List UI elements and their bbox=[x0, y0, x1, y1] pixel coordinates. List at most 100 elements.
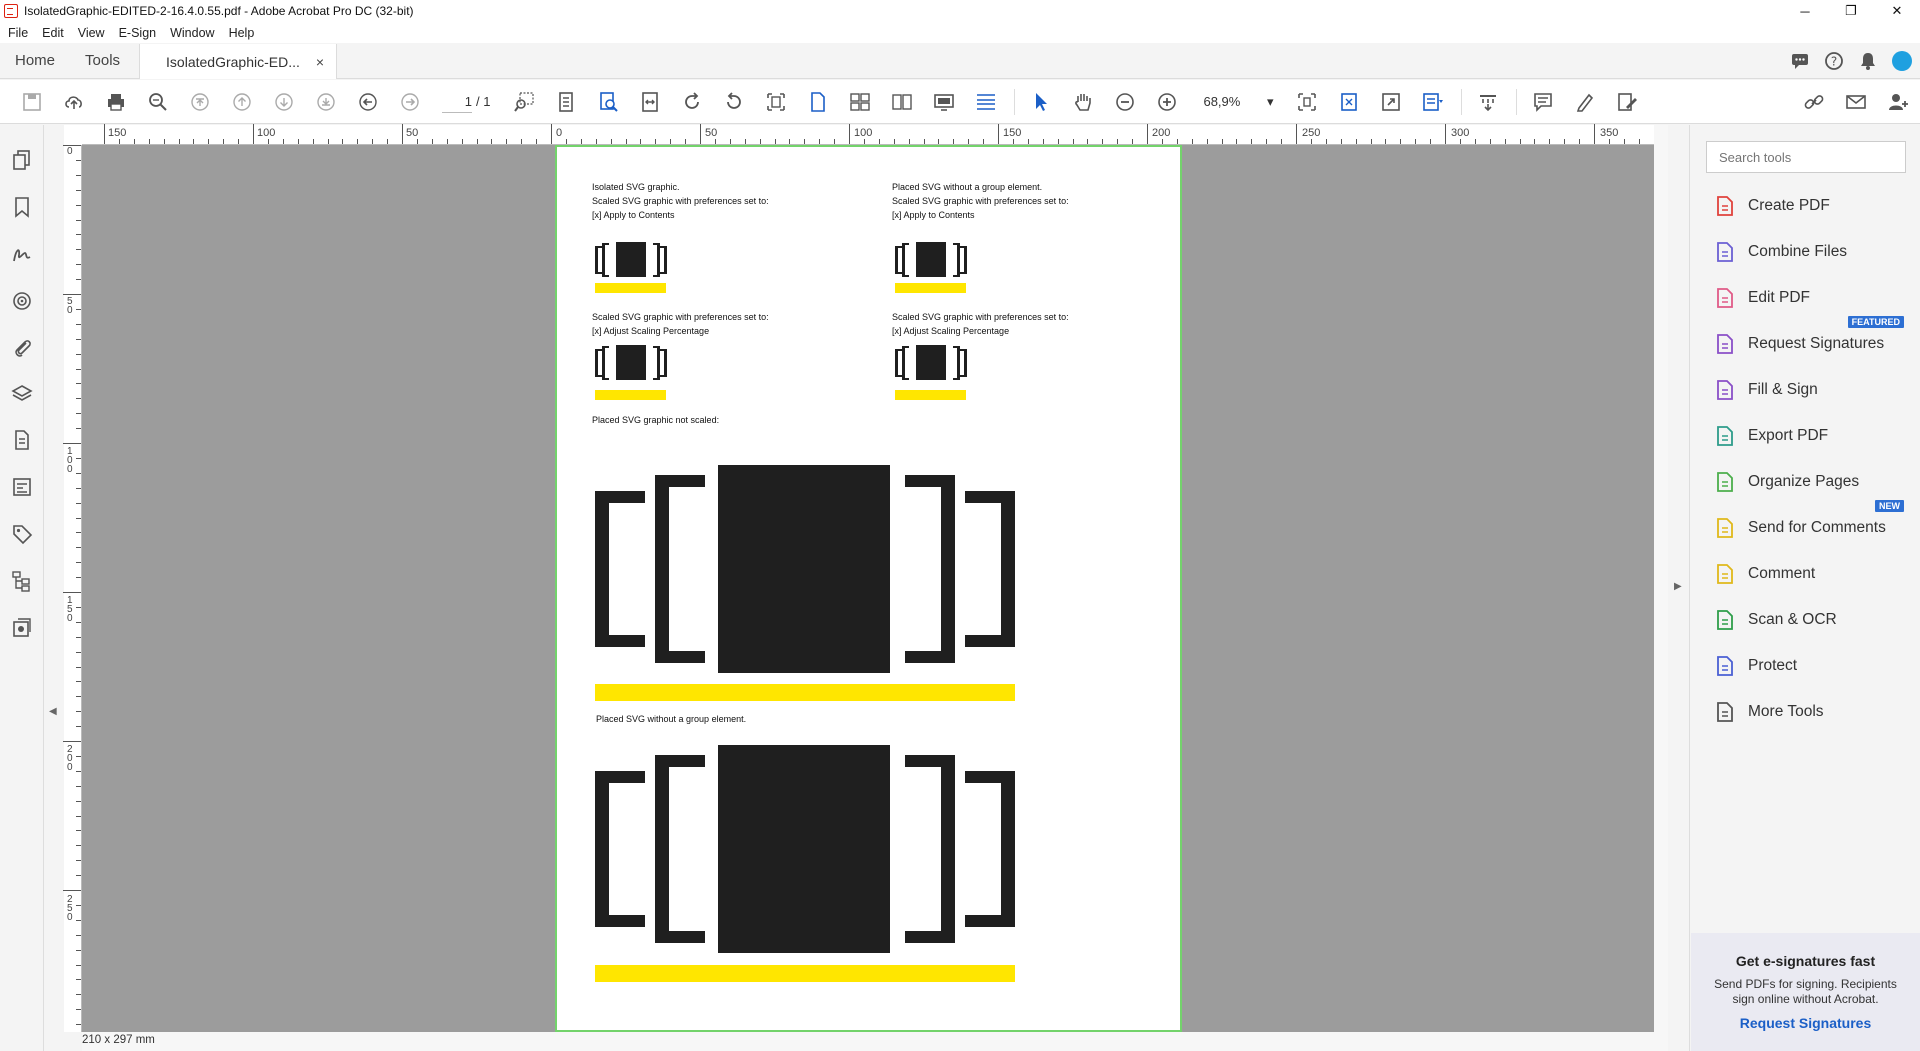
label-no-group: Placed SVG without a group element. bbox=[596, 714, 747, 724]
ruler-tick bbox=[1102, 139, 1104, 144]
bookmarks-icon[interactable] bbox=[11, 196, 33, 218]
expand-right-pane-icon[interactable]: ▶ bbox=[1674, 581, 1682, 592]
menu-esign[interactable]: E-Sign bbox=[119, 26, 157, 40]
search-tools-input[interactable] bbox=[1706, 141, 1906, 173]
signatures-icon[interactable] bbox=[11, 243, 33, 265]
request-signatures-link[interactable]: Request Signatures bbox=[1691, 1015, 1920, 1031]
zoom-search-icon[interactable] bbox=[146, 90, 170, 114]
maximize-button[interactable]: ❐ bbox=[1828, 0, 1874, 22]
pdf-page[interactable]: Isolated SVG graphic. Scaled SVG graphic… bbox=[555, 145, 1182, 1032]
tool-organize-pages[interactable]: Organize Pages bbox=[1714, 468, 1859, 496]
order-panel-icon[interactable] bbox=[11, 429, 33, 451]
zoom-in-icon[interactable] bbox=[1155, 90, 1179, 114]
select-cursor-icon[interactable] bbox=[1029, 90, 1053, 114]
minimize-button[interactable]: ─ bbox=[1782, 0, 1828, 22]
tool-export-pdf[interactable]: Export PDF bbox=[1714, 422, 1828, 450]
find-text-icon[interactable] bbox=[596, 90, 620, 114]
tool-create-pdf[interactable]: Create PDF bbox=[1714, 192, 1830, 220]
last-page-icon[interactable] bbox=[314, 90, 338, 114]
tool-fill-sign[interactable]: Fill & Sign bbox=[1714, 376, 1818, 404]
next-page-icon[interactable] bbox=[272, 90, 296, 114]
edit-pdf-icon bbox=[1717, 288, 1733, 308]
destinations-icon[interactable] bbox=[11, 290, 33, 312]
menu-window[interactable]: Window bbox=[170, 26, 214, 40]
tool-more-tools[interactable]: More Tools bbox=[1714, 698, 1824, 726]
menu-view[interactable]: View bbox=[78, 26, 105, 40]
rotate-counterclockwise-icon[interactable] bbox=[722, 90, 746, 114]
menu-edit[interactable]: Edit bbox=[42, 26, 64, 40]
fill-sign-toolbar-icon[interactable] bbox=[1615, 90, 1639, 114]
ruler-tick bbox=[282, 139, 284, 144]
rotate-clockwise-icon[interactable] bbox=[680, 90, 704, 114]
presentation-mode-icon[interactable] bbox=[932, 90, 956, 114]
tab-tools[interactable]: Tools bbox=[70, 43, 135, 78]
tab-document[interactable]: IsolatedGraphic-ED... × bbox=[139, 44, 338, 79]
ruler-tick bbox=[1087, 139, 1089, 144]
comment-tool-icon[interactable] bbox=[1531, 90, 1555, 114]
ruler-tick bbox=[580, 139, 582, 144]
page-number-input[interactable] bbox=[442, 90, 472, 113]
hand-tool-icon[interactable] bbox=[1071, 90, 1095, 114]
ruler-tick bbox=[998, 124, 999, 144]
scroll-mode-icon[interactable] bbox=[554, 90, 578, 114]
menu-file[interactable]: File bbox=[8, 26, 28, 40]
tags-icon[interactable] bbox=[11, 523, 33, 545]
content-panel-icon[interactable] bbox=[11, 476, 33, 498]
upload-cloud-icon[interactable] bbox=[62, 90, 86, 114]
ruler-tick bbox=[1027, 139, 1029, 144]
tool-edit-pdf[interactable]: Edit PDF bbox=[1714, 284, 1810, 312]
tool-combine-files[interactable]: Combine Files bbox=[1714, 238, 1847, 266]
first-page-icon[interactable] bbox=[188, 90, 212, 114]
page-display-dropdown-icon[interactable] bbox=[1421, 90, 1445, 114]
tool-send-for-comments[interactable]: Send for Comments bbox=[1714, 514, 1886, 542]
collapse-left-pane-icon[interactable]: ◀ bbox=[49, 706, 57, 717]
back-icon[interactable] bbox=[356, 90, 380, 114]
ruler-tick bbox=[76, 547, 81, 549]
horizontal-scroll-icon[interactable] bbox=[974, 90, 998, 114]
horizontal-scrollbar[interactable] bbox=[82, 1032, 1668, 1051]
tool-protect[interactable]: Protect bbox=[1714, 652, 1797, 680]
share-link-icon[interactable] bbox=[1802, 90, 1826, 114]
page-thumbnails-icon[interactable] bbox=[11, 149, 33, 171]
chat-icon[interactable] bbox=[1790, 51, 1810, 71]
page-spread-icon[interactable] bbox=[890, 90, 914, 114]
print-icon[interactable] bbox=[104, 90, 128, 114]
tool-request-signatures[interactable]: Request Signatures bbox=[1714, 330, 1884, 358]
forward-icon[interactable] bbox=[398, 90, 422, 114]
menu-help[interactable]: Help bbox=[229, 26, 255, 40]
ruler-tick bbox=[1638, 139, 1640, 144]
user-avatar[interactable] bbox=[1892, 50, 1912, 71]
fit-page-icon[interactable] bbox=[764, 90, 788, 114]
email-icon[interactable] bbox=[1844, 90, 1868, 114]
close-tab-icon[interactable]: × bbox=[316, 54, 324, 70]
fit-visible-icon[interactable] bbox=[1337, 90, 1361, 114]
marquee-zoom-icon[interactable] bbox=[512, 90, 536, 114]
tab-home[interactable]: Home bbox=[0, 43, 70, 78]
tool-scan-ocr[interactable]: Scan & OCR bbox=[1714, 606, 1837, 634]
close-window-button[interactable]: ✕ bbox=[1874, 0, 1920, 22]
promo-card: Get e-signatures fast Send PDFs for sign… bbox=[1691, 933, 1920, 1051]
add-user-icon[interactable] bbox=[1886, 90, 1910, 114]
notifications-bell-icon[interactable] bbox=[1858, 51, 1878, 71]
ruler-tick bbox=[759, 139, 761, 144]
fit-one-page-icon[interactable] bbox=[1295, 90, 1319, 114]
vertical-scrollbar[interactable] bbox=[1654, 125, 1668, 1032]
full-screen-icon[interactable] bbox=[1379, 90, 1403, 114]
layers-icon[interactable] bbox=[11, 383, 33, 405]
two-page-view-icon[interactable] bbox=[848, 90, 872, 114]
zoom-level-dropdown[interactable]: 68,9% ▾ bbox=[1203, 94, 1273, 110]
tool-comment[interactable]: Comment bbox=[1714, 560, 1815, 588]
document-canvas[interactable]: Isolated SVG graphic. Scaled SVG graphic… bbox=[82, 145, 1654, 1032]
zoom-out-icon[interactable] bbox=[1113, 90, 1137, 114]
save-icon[interactable] bbox=[20, 90, 44, 114]
accessibility-checker-icon[interactable] bbox=[11, 617, 33, 639]
fit-width-icon[interactable] bbox=[638, 90, 662, 114]
model-tree-icon[interactable] bbox=[11, 570, 33, 592]
read-mode-icon[interactable] bbox=[1476, 90, 1500, 114]
ruler-tick bbox=[521, 139, 523, 144]
highlight-pen-icon[interactable] bbox=[1573, 90, 1597, 114]
single-page-view-icon[interactable] bbox=[806, 90, 830, 114]
help-icon[interactable]: ? bbox=[1824, 51, 1844, 71]
attachments-icon[interactable] bbox=[11, 336, 33, 358]
previous-page-icon[interactable] bbox=[230, 90, 254, 114]
